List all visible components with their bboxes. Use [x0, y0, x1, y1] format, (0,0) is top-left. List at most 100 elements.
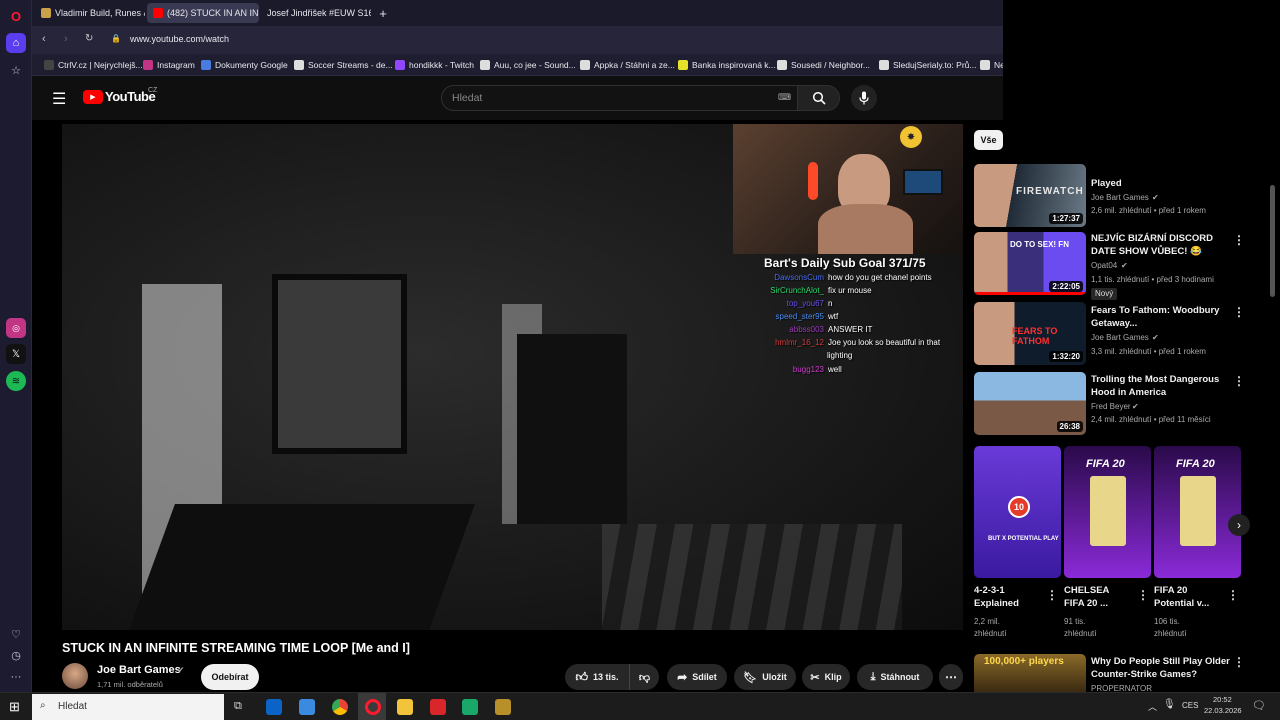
thumbnail-text: FEARS TO FATHOM	[1012, 326, 1058, 346]
recommendation-title[interactable]: Fears To Fathom: Woodbury Getaway...	[1091, 304, 1231, 330]
short-thumbnail[interactable]: FIFA 20	[1154, 446, 1241, 578]
bookmark-item[interactable]: Ne	[980, 54, 1005, 76]
windows-start-icon[interactable]: ⊞	[9, 699, 20, 715]
clock-date[interactable]: 22.03.2026	[1204, 706, 1242, 715]
short-title[interactable]: 4-2-3-1 Explained	[974, 584, 1038, 610]
recommendation-meta: 2,4 mil. zhlédnutí • před 11 měsíci	[1091, 415, 1211, 424]
forward-icon[interactable]: ›	[64, 33, 68, 45]
recommendation-thumbnail[interactable]: FEARS TO FATHOM 1:32:20	[974, 302, 1086, 365]
short-title[interactable]: CHELSEA FIFA 20 ...	[1064, 584, 1128, 610]
opera-icon[interactable]	[365, 699, 381, 715]
recommendation-thumbnail[interactable]: FIREWATCH 1:27:37	[974, 164, 1086, 227]
back-icon[interactable]: ‹	[42, 33, 46, 45]
download-icon: ⤓	[870, 670, 876, 683]
verified-icon: ✔	[1152, 333, 1159, 342]
x-twitter-icon[interactable]: 𝕏	[6, 344, 26, 364]
recommendation-thumbnail[interactable]: 100,000+ players	[974, 654, 1086, 692]
language-indicator[interactable]: CES	[1182, 701, 1198, 710]
subscribe-button[interactable]: Odebírat	[201, 664, 259, 690]
tray-chevron-icon[interactable]: ︿	[1148, 700, 1157, 713]
channel-name[interactable]: Joe Bart Games	[97, 664, 181, 676]
bookmark-item[interactable]: Auu, co jee - Sound...	[480, 54, 576, 76]
more-options-icon[interactable]: ⋮	[1233, 306, 1245, 318]
recommendation-channel[interactable]: Fred Beyer	[1091, 401, 1131, 413]
url-text[interactable]: www.youtube.com/watch	[130, 34, 229, 44]
recommendation-thumbnail[interactable]: 26:38	[974, 372, 1086, 435]
home-icon[interactable]: ⌂	[6, 33, 26, 53]
bookmark-item[interactable]: Instagram	[143, 54, 195, 76]
app-green-icon[interactable]	[462, 699, 478, 715]
bookmark-item[interactable]: Sousedi / Neighbor...	[777, 54, 870, 76]
more-options-icon[interactable]: ⋮	[1137, 589, 1149, 601]
short-thumbnail[interactable]: 10 BUT X POTENTIAL PLAY	[974, 446, 1061, 578]
hamburger-menu-icon[interactable]: ☰	[52, 89, 66, 109]
recommendation-title[interactable]: Played	[1091, 177, 1231, 190]
file-explorer-icon[interactable]	[397, 699, 413, 715]
bookmark-item[interactable]: Banka inspirovaná k...	[678, 54, 776, 76]
channel-avatar[interactable]	[62, 663, 88, 689]
reload-icon[interactable]: ↻	[85, 33, 93, 44]
recommendation-title[interactable]: Trolling the Most Dangerous Hood in Amer…	[1091, 373, 1231, 399]
star-icon[interactable]: ☆	[6, 60, 26, 80]
league-of-legends-icon[interactable]	[495, 699, 511, 715]
like-button[interactable]: 👍︎ 13 tis.	[565, 664, 629, 690]
bookmark-item[interactable]: SledujSerialy.to: Prů...	[879, 54, 976, 76]
more-options-icon[interactable]: ⋮	[1233, 234, 1245, 246]
taskbar-search-input[interactable]: ⌕ Hledat	[32, 694, 224, 720]
bookmark-item[interactable]: Appka / Stáhni a ze...	[580, 54, 675, 76]
bookmark-item[interactable]: CtrlV.cz | Nejrychlejš...	[44, 54, 143, 76]
keyboard-icon[interactable]: ⌨	[778, 92, 791, 103]
recommendation-channel[interactable]: Joe Bart Games	[1091, 192, 1149, 204]
chrome-icon[interactable]	[332, 699, 348, 715]
recommendation-title[interactable]: Why Do People Still Play Older Counter-S…	[1091, 655, 1231, 681]
instagram-icon[interactable]: ◎	[6, 318, 26, 338]
history-icon[interactable]: ◷	[6, 645, 26, 665]
heart-icon[interactable]: ♡	[6, 624, 26, 644]
thumbnail-text: FIFA 20	[1086, 458, 1125, 470]
outlook-icon[interactable]	[266, 699, 282, 715]
microphone-tray-icon[interactable]: 🎙︎	[1163, 699, 1176, 710]
short-title[interactable]: FIFA 20 Potential v...	[1154, 584, 1218, 610]
store-icon[interactable]	[299, 699, 315, 715]
bookmark-item[interactable]: hondikkk - Twitch	[395, 54, 474, 76]
search-button[interactable]	[798, 85, 840, 111]
clock-time[interactable]: 20:52	[1213, 695, 1232, 704]
filter-chip-all[interactable]: Vše	[974, 130, 1003, 150]
clip-button[interactable]: ✂ Klip	[802, 664, 850, 690]
app-red-icon[interactable]	[430, 699, 446, 715]
scrollbar-thumb[interactable]	[1270, 185, 1275, 297]
recommendation-thumbnail[interactable]: DO TO SEX! FN 2:22:05	[974, 232, 1086, 295]
tab-vladimir[interactable]: Vladimir Build, Runes & C	[35, 3, 145, 23]
save-button[interactable]: 🔖︎ Uložit	[734, 664, 796, 690]
recommendation-title[interactable]: NEJVÍC BIZÁRNÍ DISCORD DATE SHOW VŮBEC! …	[1091, 232, 1231, 258]
more-icon[interactable]: ···	[6, 667, 26, 687]
more-options-icon[interactable]: ⋮	[1233, 656, 1245, 668]
spotify-icon[interactable]: ≋	[6, 371, 26, 391]
search-input[interactable]: Hledat ⌨	[441, 85, 798, 111]
task-view-icon[interactable]: ⧉	[234, 700, 242, 713]
recommendation-channel[interactable]: Opat04	[1091, 260, 1117, 272]
tab-youtube-active[interactable]: (482) STUCK IN AN IN	[147, 3, 259, 23]
new-tab-button[interactable]: +	[375, 3, 391, 23]
tab-josef[interactable]: Josef Jindřišek #EUW S16	[261, 3, 371, 23]
notifications-icon[interactable]: 🗨︎	[1252, 699, 1266, 712]
opera-logo-icon[interactable]: O	[6, 6, 26, 26]
bookmark-item[interactable]: Soccer Streams - de...	[294, 54, 393, 76]
tab-label: Vladimir Build, Runes & C	[55, 8, 145, 18]
more-options-icon[interactable]: ⋮	[1227, 589, 1239, 601]
bookmark-item[interactable]: Dokumenty Google	[201, 54, 288, 76]
share-button[interactable]: ➦ Sdílet	[667, 664, 727, 690]
chat-text: wtf	[828, 312, 839, 321]
voice-search-button[interactable]	[851, 85, 877, 111]
youtube-logo-icon[interactable]: ▶	[83, 90, 103, 104]
more-options-icon[interactable]: ⋮	[1046, 589, 1058, 601]
download-button[interactable]: ⤓ Stáhnout	[857, 664, 933, 690]
recommendation-channel[interactable]: Joe Bart Games	[1091, 332, 1149, 344]
chat-message: bugg123 well	[744, 365, 842, 374]
more-options-icon[interactable]: ⋮	[1233, 375, 1245, 387]
shorts-next-arrow-icon[interactable]: ›	[1228, 514, 1250, 536]
short-thumbnail[interactable]: FIFA 20	[1064, 446, 1151, 578]
dislike-button[interactable]: 👎︎	[629, 664, 659, 690]
more-actions-button[interactable]: ⋯	[939, 664, 963, 690]
streamer-body	[818, 204, 913, 254]
